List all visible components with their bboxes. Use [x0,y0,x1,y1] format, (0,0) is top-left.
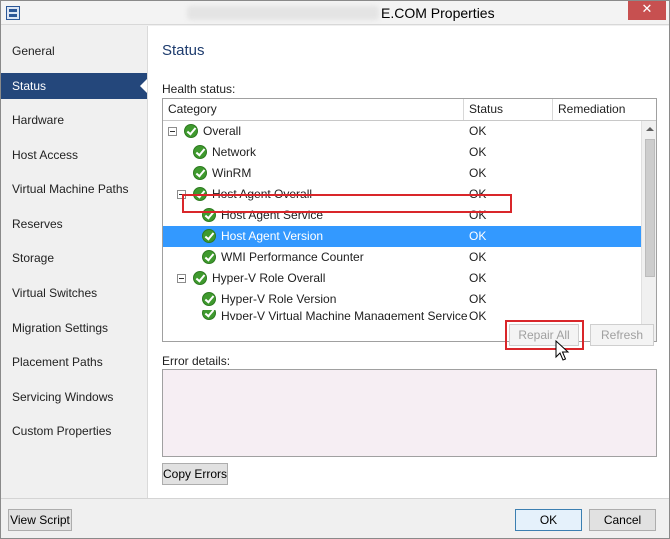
row-category: Hyper-V Role Overall [212,271,326,285]
copy-errors-button[interactable]: Copy Errors [162,463,228,485]
row-status: OK [469,166,487,180]
status-page: Status Health status: Category Status Re… [147,26,669,498]
ok-check-icon [202,250,216,264]
row-status: OK [469,187,487,201]
tree-row[interactable]: Hyper-V Role Overall OK [163,268,641,289]
row-category: Host Agent Version [221,229,324,243]
row-status: OK [469,124,487,138]
tree-row-selected[interactable]: Host Agent Version OK [163,226,641,247]
window-title: E.COM Properties [381,5,495,21]
sidebar-item-status[interactable]: Status [1,73,148,99]
ok-check-icon [193,145,207,159]
error-details-box[interactable] [162,369,657,457]
sidebar-nav: General Status Hardware Host Access Virt… [1,26,148,498]
ok-check-icon [202,310,216,320]
sidebar-item-general[interactable]: General [1,38,147,64]
collapse-icon[interactable] [177,190,186,199]
sidebar-item-storage[interactable]: Storage [1,245,147,271]
row-category: WinRM [212,166,252,180]
collapse-icon[interactable] [168,127,177,136]
tree-row[interactable]: Overall OK [163,121,641,142]
server-icon [6,6,20,20]
column-header-remediation[interactable]: Remediation [553,99,643,120]
row-status: OK [469,145,487,159]
row-category: Hyper-V Role Version [221,292,337,306]
row-status: OK [469,250,487,264]
row-category: Hyper-V Virtual Machine Management Servi… [221,310,468,320]
sidebar-item-host-access[interactable]: Host Access [1,142,147,168]
close-icon[interactable]: ✕ [628,1,666,20]
row-status: OK [469,208,487,222]
dialog-footer: View Script OK Cancel [1,498,669,538]
health-status-tree[interactable]: Category Status Remediation Overall OK N… [162,98,657,342]
column-header-category[interactable]: Category [163,99,464,120]
collapse-icon[interactable] [177,274,186,283]
sidebar-item-servicing-windows[interactable]: Servicing Windows [1,384,147,410]
sidebar-item-hardware[interactable]: Hardware [1,107,147,133]
tree-row[interactable]: Host Agent Overall OK [163,184,641,205]
ok-check-icon [193,271,207,285]
ok-button[interactable]: OK [515,509,582,531]
ok-check-icon [202,208,216,222]
column-header-status[interactable]: Status [464,99,553,120]
row-status: OK [469,271,487,285]
tree-row[interactable]: Hyper-V Role Version OK [163,289,641,310]
row-category: Host Agent Overall [212,187,313,201]
error-details-label: Error details: [162,354,231,368]
row-status: OK [469,310,487,320]
ok-check-icon [184,124,198,138]
mouse-cursor-icon [555,340,570,361]
tree-header: Category Status Remediation [163,99,656,121]
tree-row[interactable]: Hyper-V Virtual Machine Management Servi… [163,310,641,320]
row-status: OK [469,292,487,306]
ok-check-icon [202,292,216,306]
health-status-label: Health status: [162,82,236,96]
properties-dialog: E.COM Properties ✕ General Status Hardwa… [0,0,670,539]
sidebar-item-virtual-switches[interactable]: Virtual Switches [1,280,147,306]
redacted-host-name [187,6,379,20]
sidebar-item-virtual-machine-paths[interactable]: Virtual Machine Paths [1,176,147,202]
ok-check-icon [193,166,207,180]
tree-row[interactable]: WMI Performance Counter OK [163,247,641,268]
scroll-up-icon[interactable] [642,121,656,137]
scroll-thumb[interactable] [645,139,655,277]
row-category: WMI Performance Counter [221,250,364,264]
view-script-button[interactable]: View Script [8,509,72,531]
page-title: Status [162,42,205,59]
ok-check-icon [193,187,207,201]
row-status: OK [469,229,487,243]
row-category: Overall [203,124,242,138]
row-category: Host Agent Service [221,208,324,222]
sidebar-item-reserves[interactable]: Reserves [1,211,147,237]
title-bar[interactable]: E.COM Properties ✕ [1,1,669,25]
row-category: Network [212,145,257,159]
cancel-button[interactable]: Cancel [589,509,656,531]
sidebar-item-placement-paths[interactable]: Placement Paths [1,349,147,375]
tree-scrollbar[interactable] [641,121,656,341]
tree-row[interactable]: Host Agent Service OK [163,205,641,226]
sidebar-item-migration-settings[interactable]: Migration Settings [1,315,147,341]
refresh-button[interactable]: Refresh [590,324,654,346]
sidebar-item-custom-properties[interactable]: Custom Properties [1,418,147,444]
tree-row[interactable]: WinRM OK [163,163,641,184]
tree-row[interactable]: Network OK [163,142,641,163]
ok-check-icon [202,229,216,243]
